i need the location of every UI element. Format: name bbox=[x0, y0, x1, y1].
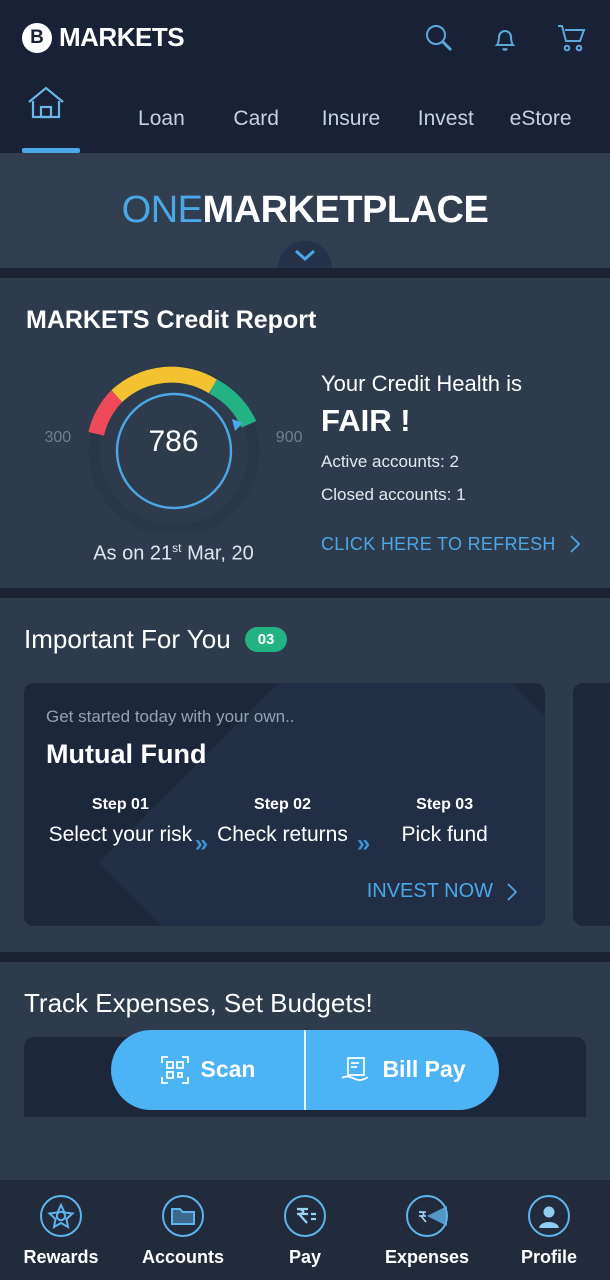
step-text-2: Check returns bbox=[217, 822, 348, 846]
refresh-credit-label: CLICK HERE TO REFRESH bbox=[321, 533, 556, 554]
credit-score-value: 786 bbox=[148, 425, 199, 458]
important-heading-row: Important For You 03 bbox=[0, 624, 610, 655]
top-bar-icons bbox=[422, 21, 588, 55]
hero-title-two: MARKETPLACE bbox=[202, 189, 489, 231]
nav-tab-card[interactable]: Card bbox=[209, 107, 304, 153]
home-icon bbox=[28, 86, 64, 119]
star-badge-icon bbox=[40, 1194, 82, 1237]
nav-tab-insure[interactable]: Insure bbox=[304, 107, 399, 153]
chevron-down-icon bbox=[295, 249, 315, 261]
bottom-nav-expenses-label: Expenses bbox=[384, 1246, 470, 1267]
refresh-credit-link[interactable]: CLICK HERE TO REFRESH bbox=[321, 533, 584, 555]
bottom-nav-pay[interactable]: Pay bbox=[244, 1193, 366, 1268]
step-item-3: Step 03 Pick fund bbox=[370, 796, 519, 848]
hero-banner: ONEMARKETPLACE bbox=[0, 153, 610, 268]
section-divider-3 bbox=[0, 951, 610, 962]
important-heading: Important For You bbox=[24, 623, 231, 654]
quick-actions-pill: Scan Bill Pay bbox=[111, 1029, 499, 1110]
primary-nav: Loan Card Insure Invest eStore bbox=[0, 75, 610, 153]
bottom-nav: Rewards Accounts Pay Expenses Profile bbox=[0, 1180, 610, 1280]
pie-chart-rupee-icon bbox=[406, 1194, 448, 1237]
as-on-ordinal: st bbox=[172, 541, 182, 555]
mutual-fund-title: Mutual Fund bbox=[46, 738, 207, 769]
cart-icon[interactable] bbox=[554, 21, 588, 55]
step-number-2: Step 02 bbox=[254, 795, 311, 813]
bill-pay-button[interactable]: Bill Pay bbox=[306, 1055, 499, 1085]
step-arrow-1-icon: » bbox=[194, 829, 209, 857]
step-text-3: Pick fund bbox=[401, 822, 488, 846]
scroll-down-button[interactable] bbox=[278, 241, 332, 268]
as-on-prefix: As on 21 bbox=[93, 542, 173, 565]
step-text-1: Select your risk bbox=[48, 822, 193, 846]
section-divider-2 bbox=[0, 587, 610, 598]
next-offer-card[interactable] bbox=[573, 682, 610, 926]
nav-tab-home[interactable] bbox=[22, 81, 114, 153]
important-count-badge: 03 bbox=[244, 626, 288, 652]
hero-title-one: ONE bbox=[121, 189, 203, 231]
bill-pay-label: Bill Pay bbox=[382, 1056, 466, 1083]
top-bar: B MARKETS bbox=[0, 0, 610, 75]
nav-tab-estore[interactable]: eStore bbox=[493, 107, 588, 153]
brand-logo-text: MARKETS bbox=[59, 22, 185, 52]
section-divider bbox=[0, 268, 610, 278]
track-expenses-heading: Track Expenses, Set Budgets! bbox=[24, 987, 373, 1018]
user-avatar-icon bbox=[528, 1194, 570, 1237]
scan-button[interactable]: Scan bbox=[111, 1055, 304, 1085]
credit-score-gauge: 300 900 786 bbox=[45, 361, 303, 537]
bottom-nav-expenses[interactable]: Expenses bbox=[366, 1193, 488, 1268]
closed-accounts-text: Closed accounts: 1 bbox=[321, 485, 466, 504]
step-number-3: Step 03 bbox=[416, 795, 474, 813]
step-item-2: Step 02 Check returns bbox=[208, 796, 357, 848]
invest-now-label: INVEST NOW bbox=[366, 880, 493, 903]
mutual-fund-card[interactable]: Get started today with your own.. Mutual… bbox=[24, 682, 545, 926]
important-for-you-section: Important For You 03 Get started today w… bbox=[0, 597, 610, 952]
step-arrow-2-icon: » bbox=[356, 829, 371, 857]
search-icon[interactable] bbox=[422, 21, 456, 55]
invest-now-link[interactable]: INVEST NOW bbox=[46, 880, 519, 904]
credit-report-heading: MARKETS Credit Report bbox=[26, 306, 317, 334]
app-screen: B MARKETS Loan Card Insure Invest eStore… bbox=[0, 0, 610, 1280]
brand-logo[interactable]: B MARKETS bbox=[22, 22, 185, 53]
credit-as-on-date: As on 21st Mar, 20 bbox=[26, 541, 321, 566]
mutual-fund-kicker: Get started today with your own.. bbox=[46, 706, 295, 726]
hero-title: ONEMARKETPLACE bbox=[122, 189, 489, 232]
as-on-suffix: Mar, 20 bbox=[181, 542, 254, 565]
bottom-nav-pay-label: Pay bbox=[288, 1246, 322, 1267]
important-carousel[interactable]: Get started today with your own.. Mutual… bbox=[0, 682, 610, 926]
mutual-fund-steps: Step 01 Select your risk » Step 02 Check… bbox=[46, 796, 519, 858]
bottom-nav-accounts[interactable]: Accounts bbox=[122, 1193, 244, 1268]
brand-logo-mark: B bbox=[22, 22, 52, 53]
credit-health-column: Your Credit Health is FAIR ! Active acco… bbox=[321, 361, 584, 566]
chevron-right-icon bbox=[570, 535, 580, 553]
track-expenses-section: Track Expenses, Set Budgets! Scan Bill P… bbox=[0, 961, 610, 1117]
bottom-nav-rewards-label: Rewards bbox=[23, 1246, 99, 1267]
qr-scan-icon bbox=[160, 1055, 189, 1084]
scan-label: Scan bbox=[200, 1056, 256, 1083]
bottom-nav-accounts-label: Accounts bbox=[141, 1246, 224, 1267]
bill-receipt-icon bbox=[341, 1056, 369, 1081]
nav-tab-invest[interactable]: Invest bbox=[398, 107, 493, 153]
active-accounts-text: Active accounts: 2 bbox=[321, 452, 459, 471]
bottom-nav-profile[interactable]: Profile bbox=[488, 1193, 610, 1268]
bell-icon[interactable] bbox=[488, 21, 522, 55]
rupee-icon bbox=[284, 1194, 326, 1237]
chevron-right-icon bbox=[507, 883, 518, 901]
step-number-1: Step 01 bbox=[91, 795, 149, 813]
credit-health-lead: Your Credit Health is bbox=[321, 371, 522, 396]
nav-tab-loan[interactable]: Loan bbox=[114, 107, 209, 153]
bottom-nav-rewards[interactable]: Rewards bbox=[0, 1193, 122, 1268]
folder-icon bbox=[162, 1194, 204, 1237]
bottom-nav-profile-label: Profile bbox=[520, 1246, 577, 1267]
credit-health-rating: FAIR ! bbox=[321, 403, 411, 438]
credit-gauge-column: 300 900 786 As on 21st Mar, 20 bbox=[26, 361, 321, 566]
credit-report-section: MARKETS Credit Report 300 900 786 As on … bbox=[0, 278, 610, 588]
step-item-1: Step 01 Select your risk bbox=[46, 796, 195, 848]
